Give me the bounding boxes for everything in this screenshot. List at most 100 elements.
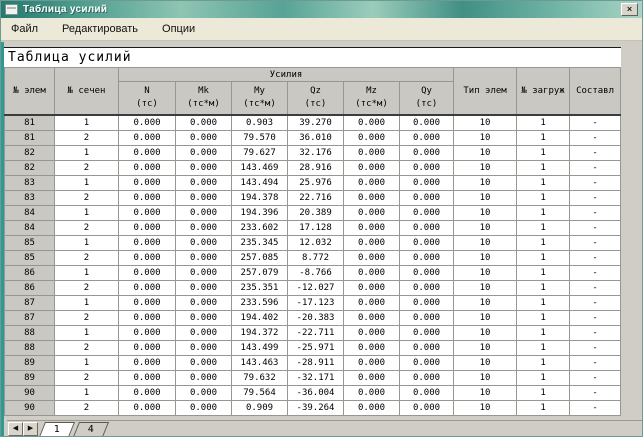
table-cell[interactable]: 1 xyxy=(516,264,571,281)
table-cell[interactable]: 1 xyxy=(54,384,119,401)
table-cell[interactable]: 1 xyxy=(516,309,571,326)
table-cell[interactable]: 0.000 xyxy=(398,399,455,416)
table-cell[interactable]: 0.000 xyxy=(398,264,455,281)
table-cell[interactable]: 2 xyxy=(54,129,119,146)
table-cell[interactable]: 1 xyxy=(516,354,571,371)
table-cell[interactable]: 0.000 xyxy=(175,324,232,341)
table-cell[interactable]: 0.000 xyxy=(398,384,455,401)
table-cell[interactable]: 10 xyxy=(453,399,518,416)
table-cell[interactable]: 0.000 xyxy=(398,294,455,311)
table-cell[interactable]: - xyxy=(569,129,622,146)
table-cell[interactable]: 0.000 xyxy=(175,159,232,176)
table-cell[interactable]: 0.000 xyxy=(118,264,176,281)
table-cell[interactable]: 0.000 xyxy=(343,144,400,161)
table-cell[interactable]: 10 xyxy=(453,294,518,311)
table-cell[interactable]: 1 xyxy=(516,399,571,416)
table-cell[interactable]: 0.000 xyxy=(118,384,176,401)
row-header-cell[interactable]: 85 xyxy=(4,249,55,266)
table-cell[interactable]: 79.570 xyxy=(231,129,288,146)
table-cell[interactable]: 10 xyxy=(453,384,518,401)
table-cell[interactable]: 0.000 xyxy=(343,354,400,371)
table-cell[interactable]: 1 xyxy=(516,249,571,266)
table-cell[interactable]: 1 xyxy=(516,279,571,296)
table-cell[interactable]: 1 xyxy=(516,339,571,356)
table-cell[interactable]: - xyxy=(569,144,622,161)
table-cell[interactable]: 0.000 xyxy=(175,114,232,131)
table-cell[interactable]: 0.000 xyxy=(343,129,400,146)
row-header-cell[interactable]: 87 xyxy=(4,309,55,326)
table-cell[interactable]: 79.564 xyxy=(231,384,288,401)
table-cell[interactable]: 10 xyxy=(453,369,518,386)
table-cell[interactable]: 257.085 xyxy=(231,249,288,266)
table-cell[interactable]: 10 xyxy=(453,219,518,236)
table-cell[interactable]: -12.027 xyxy=(287,279,344,296)
table-cell[interactable]: 10 xyxy=(453,249,518,266)
table-cell[interactable]: 10 xyxy=(453,279,518,296)
table-cell[interactable]: 0.000 xyxy=(398,159,455,176)
table-cell[interactable]: 10 xyxy=(453,189,518,206)
close-button[interactable]: × xyxy=(621,3,638,16)
table-cell[interactable]: - xyxy=(569,294,622,311)
table-cell[interactable]: 0.000 xyxy=(118,159,176,176)
table-cell[interactable]: 10 xyxy=(453,324,518,341)
table-cell[interactable]: 233.602 xyxy=(231,219,288,236)
table-cell[interactable]: 1 xyxy=(516,144,571,161)
table-cell[interactable]: 28.916 xyxy=(287,159,344,176)
table-cell[interactable]: 0.000 xyxy=(398,324,455,341)
table-cell[interactable]: 194.372 xyxy=(231,324,288,341)
table-cell[interactable]: 0.000 xyxy=(175,294,232,311)
table-cell[interactable]: - xyxy=(569,279,622,296)
table-cell[interactable]: -36.004 xyxy=(287,384,344,401)
table-cell[interactable]: 0.000 xyxy=(343,219,400,236)
row-header-cell[interactable]: 83 xyxy=(4,189,55,206)
table-cell[interactable]: 1 xyxy=(516,114,571,131)
table-cell[interactable]: 0.000 xyxy=(398,204,455,221)
table-cell[interactable]: 233.596 xyxy=(231,294,288,311)
table-cell[interactable]: -39.264 xyxy=(287,399,344,416)
table-cell[interactable]: 0.000 xyxy=(343,369,400,386)
table-cell[interactable]: 39.270 xyxy=(287,114,344,131)
table-cell[interactable]: 0.000 xyxy=(175,204,232,221)
table-cell[interactable]: 143.494 xyxy=(231,174,288,191)
table-cell[interactable]: 0.000 xyxy=(118,219,176,236)
table-cell[interactable]: 1 xyxy=(54,234,119,251)
table-cell[interactable]: 0.000 xyxy=(343,279,400,296)
table-cell[interactable]: - xyxy=(569,204,622,221)
table-cell[interactable]: -17.123 xyxy=(287,294,344,311)
table-cell[interactable]: 10 xyxy=(453,144,518,161)
table-cell[interactable]: 10 xyxy=(453,129,518,146)
menu-item-file[interactable]: Файл xyxy=(9,22,40,40)
table-cell[interactable]: 17.128 xyxy=(287,219,344,236)
table-cell[interactable]: 0.000 xyxy=(398,219,455,236)
tab-prev-button[interactable]: ◀ xyxy=(8,422,23,436)
table-cell[interactable]: 2 xyxy=(54,369,119,386)
table-cell[interactable]: 1 xyxy=(516,159,571,176)
table-cell[interactable]: - xyxy=(569,384,622,401)
row-header-cell[interactable]: 88 xyxy=(4,339,55,356)
table-cell[interactable]: 1 xyxy=(516,234,571,251)
row-header-cell[interactable]: 83 xyxy=(4,174,55,191)
table-cell[interactable]: 79.632 xyxy=(231,369,288,386)
table-cell[interactable]: 1 xyxy=(516,369,571,386)
table-cell[interactable]: 0.000 xyxy=(118,249,176,266)
table-cell[interactable]: 10 xyxy=(453,114,518,131)
table-cell[interactable]: 1 xyxy=(516,294,571,311)
table-cell[interactable]: 1 xyxy=(516,384,571,401)
table-cell[interactable]: 0.000 xyxy=(343,174,400,191)
table-cell[interactable]: 32.176 xyxy=(287,144,344,161)
table-cell[interactable]: 0.000 xyxy=(118,129,176,146)
table-cell[interactable]: 36.010 xyxy=(287,129,344,146)
table-cell[interactable]: -20.383 xyxy=(287,309,344,326)
table-cell[interactable]: 0.000 xyxy=(118,234,176,251)
table-cell[interactable]: 1 xyxy=(516,324,571,341)
table-cell[interactable]: - xyxy=(569,234,622,251)
table-cell[interactable]: 194.378 xyxy=(231,189,288,206)
table-cell[interactable]: 0.000 xyxy=(118,204,176,221)
table-cell[interactable]: 0.000 xyxy=(343,249,400,266)
table-cell[interactable]: 10 xyxy=(453,204,518,221)
table-cell[interactable]: 0.000 xyxy=(398,309,455,326)
table-cell[interactable]: - xyxy=(569,264,622,281)
table-cell[interactable]: 0.000 xyxy=(175,189,232,206)
table-cell[interactable]: 0.000 xyxy=(175,369,232,386)
sheet-tab-4[interactable]: 4 xyxy=(73,422,110,436)
